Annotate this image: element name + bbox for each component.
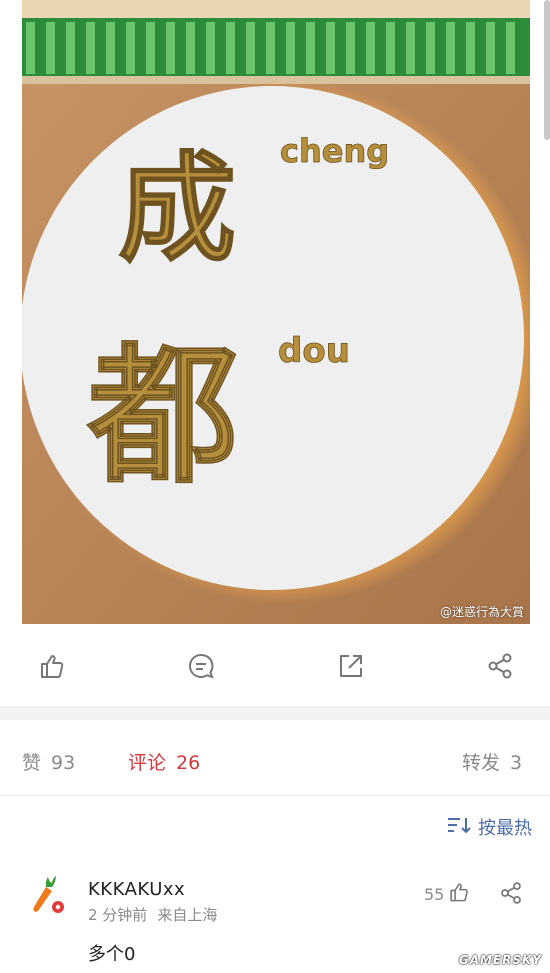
avatar[interactable] xyxy=(26,873,68,915)
tab-reposts[interactable]: 转发 3 xyxy=(462,748,522,775)
repost-icon[interactable] xyxy=(337,652,365,680)
comment-meta: 2 分钟前 来自上海 xyxy=(88,904,217,925)
divider xyxy=(0,795,550,796)
sign-char-1: 成 xyxy=(118,139,236,278)
sign-photo-illustration: 成 cheng 都 dou xyxy=(22,0,530,624)
site-logo: GAMERSKY xyxy=(458,953,542,967)
reposts-label: 转发 xyxy=(462,752,501,774)
share-icon[interactable] xyxy=(486,652,514,680)
sort-label: 按最热 xyxy=(478,818,532,839)
sort-button[interactable]: 按最热 xyxy=(446,814,532,840)
tab-likes[interactable]: 赞 93 xyxy=(22,748,75,775)
sign-pinyin-2: dou xyxy=(278,331,350,371)
like-icon[interactable] xyxy=(38,652,66,680)
sign-pinyin-1: cheng xyxy=(280,132,389,170)
likes-label: 赞 xyxy=(22,752,42,774)
comment-like-button[interactable]: 55 xyxy=(424,881,470,907)
post-photo[interactable]: 成 cheng 都 dou xyxy=(22,0,530,624)
comment-share-icon[interactable] xyxy=(499,881,523,909)
green-slats xyxy=(22,18,530,84)
section-gap xyxy=(0,706,550,720)
comment-like-count: 55 xyxy=(424,884,445,904)
photo-watermark: @迷惑行為大賞 xyxy=(439,605,524,619)
comment-icon[interactable] xyxy=(187,652,215,680)
thumbs-up-icon xyxy=(448,881,470,907)
post-action-bar xyxy=(0,636,550,696)
comment-text: 多个0 xyxy=(88,944,136,965)
post-stats: 赞 93 评论 26 转发 3 xyxy=(0,740,550,780)
comments-count: 26 xyxy=(176,752,201,774)
comment-username[interactable]: KKKAKUxx xyxy=(88,879,185,900)
likes-count: 93 xyxy=(51,752,76,774)
comment-time: 2 分钟前 xyxy=(88,906,148,924)
sort-icon xyxy=(446,815,472,840)
scrollbar[interactable] xyxy=(544,0,550,140)
tab-comments[interactable]: 评论 26 xyxy=(128,748,200,775)
reposts-count: 3 xyxy=(510,752,523,774)
sign-char-2: 都 xyxy=(87,328,238,504)
comments-label: 评论 xyxy=(128,752,167,774)
comment-location: 来自上海 xyxy=(157,906,218,924)
